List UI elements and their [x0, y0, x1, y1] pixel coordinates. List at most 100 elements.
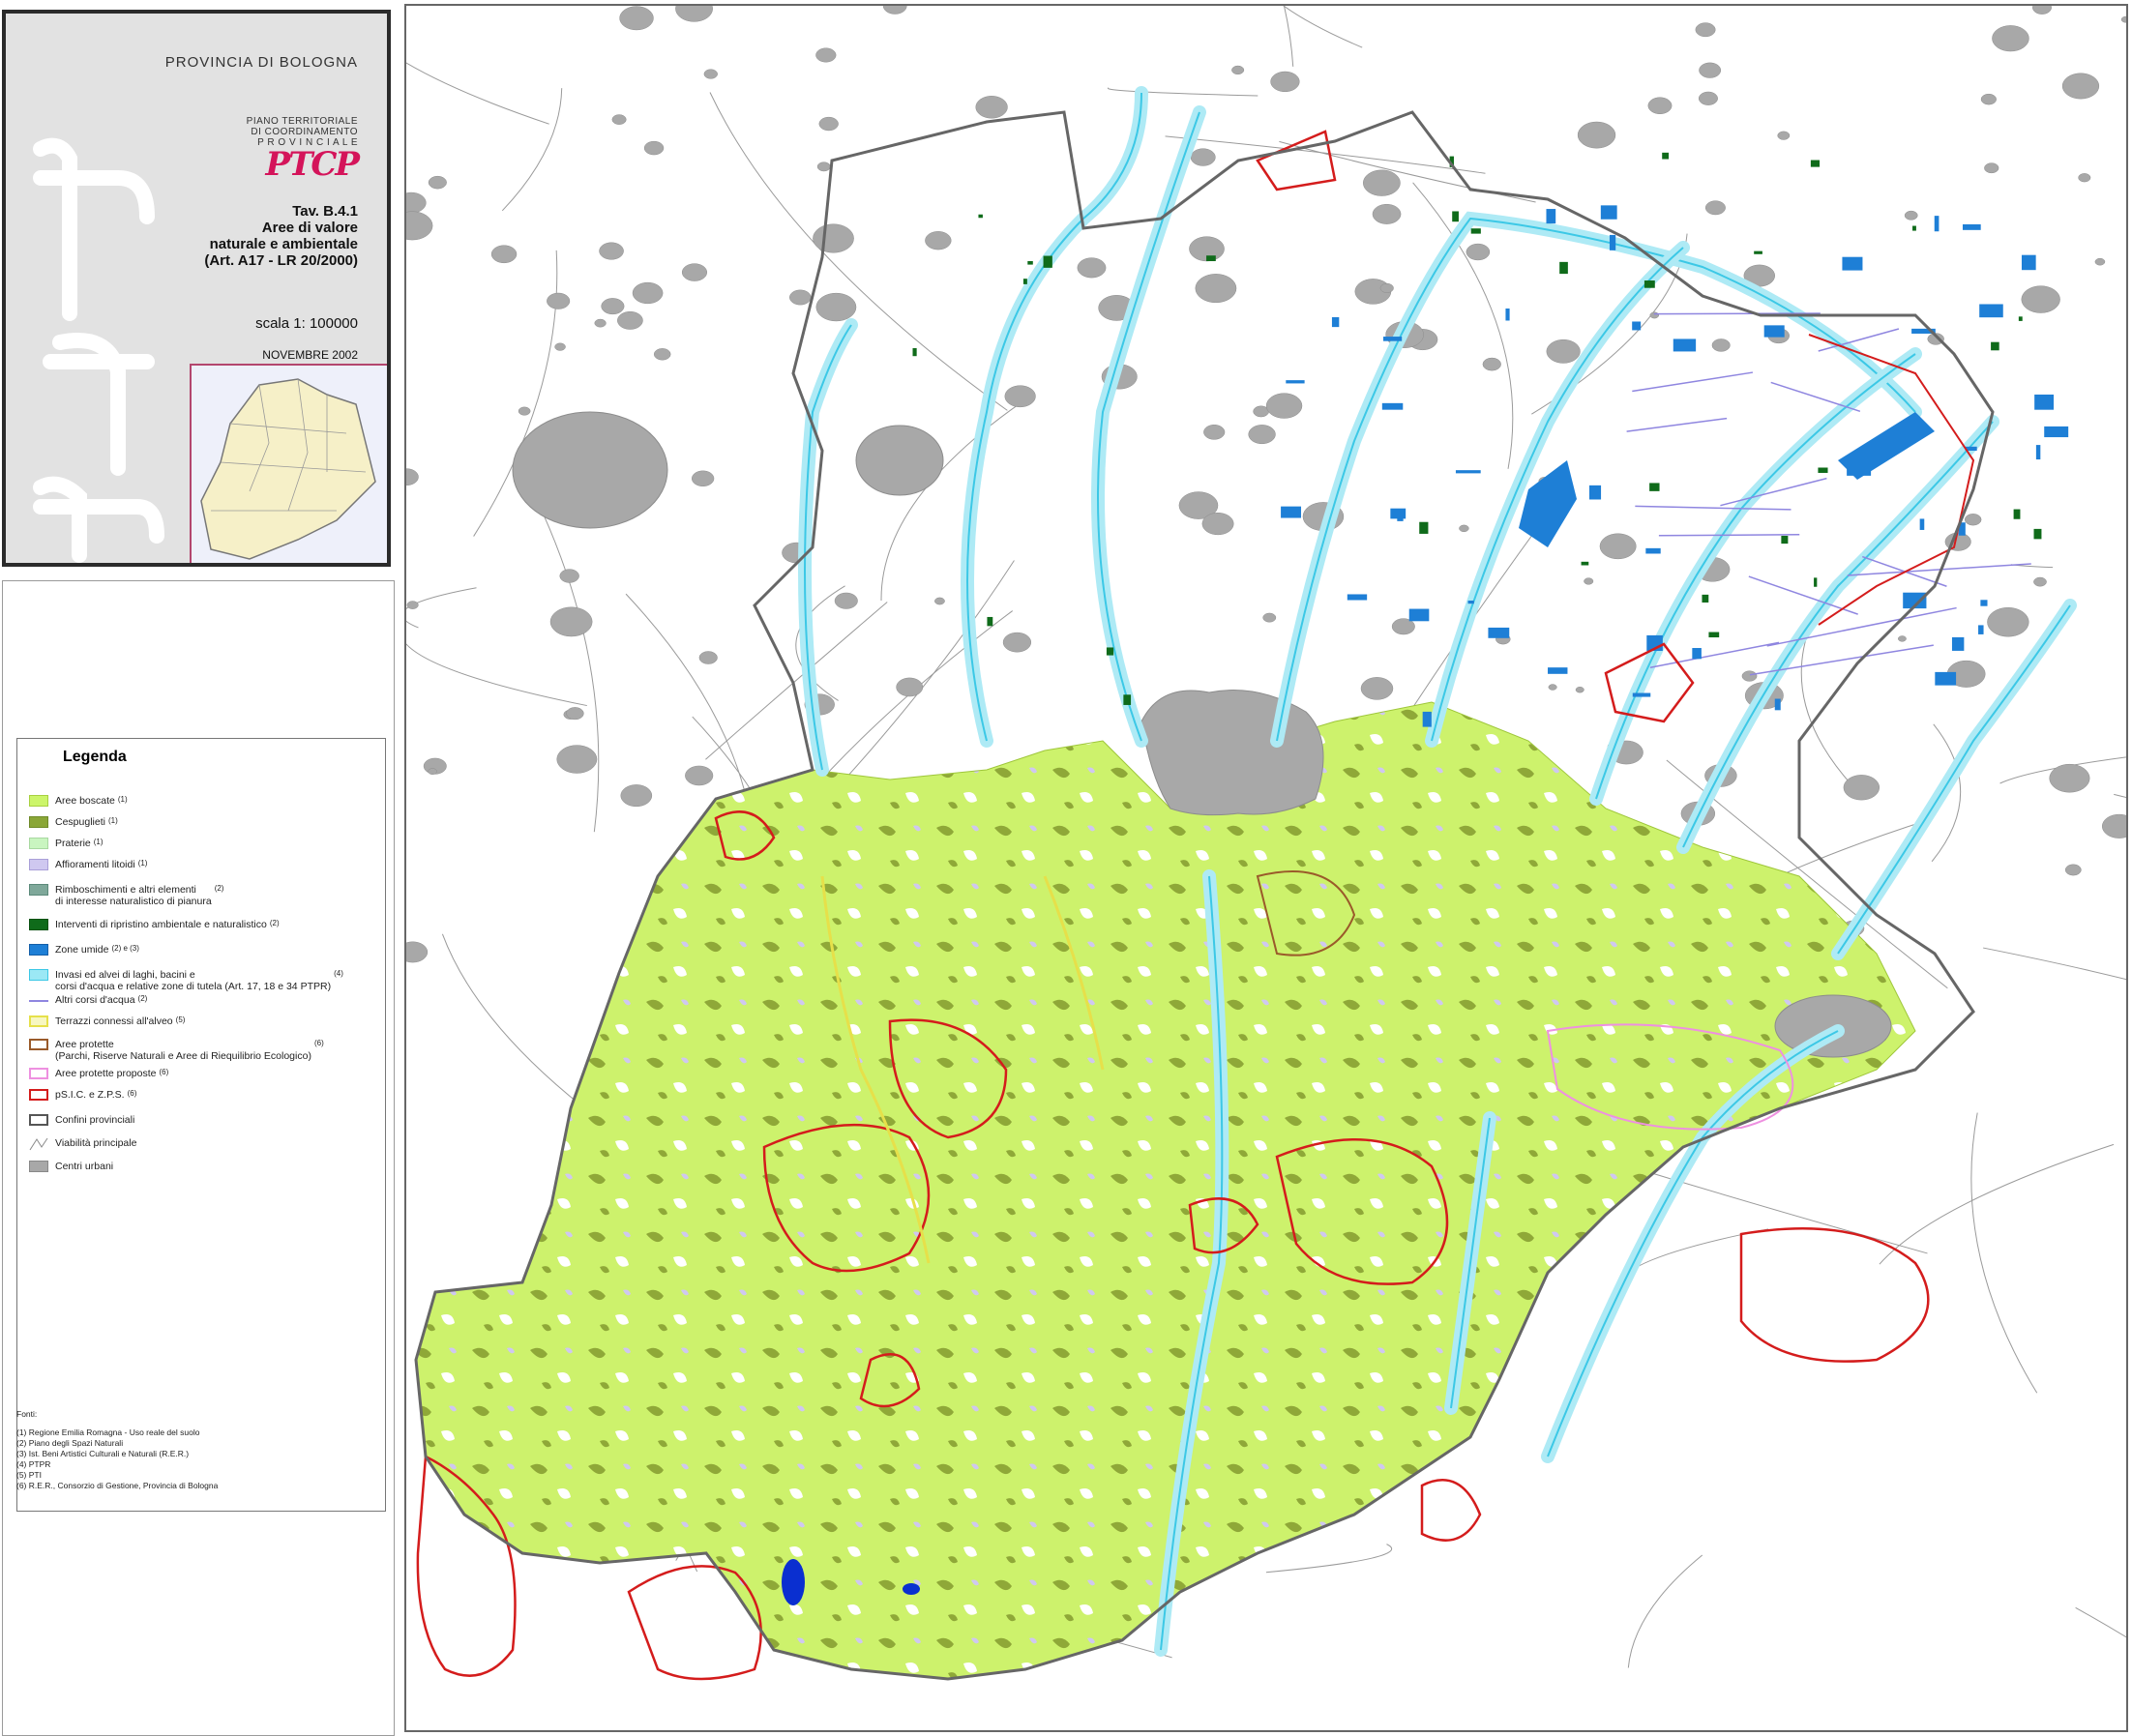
- wetland: [1488, 627, 1510, 638]
- plan-line: PIANO TERRITORIALE: [246, 116, 358, 127]
- legend-label: Altri corsi d'acqua: [55, 994, 135, 1006]
- urban-centre: [1262, 612, 1277, 623]
- restoration-site: [1043, 255, 1052, 268]
- source-line: (2) Piano degli Spazi Naturali: [16, 1438, 124, 1448]
- urban-centre: [406, 191, 427, 214]
- river-protection-zone: [1589, 347, 1922, 806]
- urban-centre: [406, 601, 419, 609]
- urban-centre: [518, 406, 531, 416]
- wetland: [1934, 216, 1940, 232]
- minor-watercourse: [1770, 381, 1861, 413]
- urban-centre: [816, 162, 831, 172]
- legend-item: Terrazzi connessi all'alveo (5): [29, 1015, 185, 1027]
- restoration-site: [1649, 483, 1660, 491]
- wetland: [1951, 636, 1965, 651]
- forest-area: [415, 701, 1916, 1680]
- province-name: PROVINCIA DI BOLOGNA: [164, 54, 358, 71]
- legend-item: pS.I.C. e Z.P.S. (6): [29, 1089, 136, 1101]
- minor-watercourse: [1766, 606, 1957, 647]
- urban-centre: [632, 281, 664, 305]
- wetland: [1692, 648, 1702, 660]
- sheet-title-line: naturale e ambientale: [209, 236, 358, 252]
- legend-title: Legenda: [63, 749, 127, 765]
- legend-label: Centri urbani: [55, 1161, 114, 1172]
- urban-centre: [1372, 203, 1402, 224]
- wetland: [1546, 209, 1556, 224]
- restoration-site: [1810, 160, 1821, 167]
- inset-locator-map: [190, 364, 387, 563]
- restoration-site: [1702, 594, 1709, 603]
- wetland: [1838, 412, 1935, 480]
- urban-centre: [681, 263, 708, 281]
- urban-centre: [2049, 763, 2090, 793]
- urban-centre: [1980, 93, 1997, 105]
- urban-centre: [1362, 169, 1401, 196]
- main-map[interactable]: [404, 4, 2128, 1732]
- road-line: [1970, 1112, 2038, 1394]
- sheet-number: Tav. B.4.1: [292, 203, 358, 220]
- wetland: [1281, 506, 1302, 518]
- legend-swatch: [29, 1137, 48, 1151]
- wetland: [1632, 692, 1651, 697]
- legend-note: (4): [334, 969, 343, 978]
- urban-centre: [653, 348, 671, 361]
- map-features: [406, 6, 2126, 1681]
- legend-item: Rimboschimenti e altri elementi di inter…: [29, 884, 223, 907]
- wetland: [2021, 254, 2036, 271]
- legend-swatch: [29, 1161, 48, 1172]
- restoration-site: [1643, 280, 1655, 288]
- urban-centre: [1482, 357, 1501, 371]
- urban-centre: [692, 470, 715, 487]
- restoration-site: [2033, 528, 2042, 540]
- wetland: [1422, 711, 1432, 727]
- urban-centre: [611, 114, 627, 125]
- urban-centre: [1575, 686, 1584, 693]
- legend-swatch: [29, 969, 48, 981]
- road-line: [1879, 1143, 2115, 1265]
- sources-title: Fonti:: [16, 1409, 38, 1419]
- legend-note: (6): [313, 1039, 324, 1047]
- legend-panel: Legenda Aree boscate (1) Cespuglieti (1) Pra…: [2, 580, 395, 1736]
- urban-centre: [1711, 338, 1731, 352]
- urban-centre: [1140, 690, 1324, 816]
- restoration-site: [1027, 260, 1033, 265]
- restoration-site: [1581, 561, 1589, 566]
- wetland: [1390, 508, 1407, 519]
- urban-centre: [1699, 62, 1722, 78]
- urban-centre: [815, 292, 857, 322]
- urban-centre: [1777, 131, 1791, 140]
- urban-centre: [1379, 282, 1394, 293]
- urban-centre: [1898, 635, 1907, 642]
- restoration-site: [1022, 279, 1027, 284]
- legend-item: Aree protette proposte (6): [29, 1068, 168, 1079]
- wetland: [1589, 485, 1602, 500]
- urban-centre: [2033, 576, 2047, 587]
- sic-zps-boundary: [1739, 1227, 1930, 1363]
- urban-centre: [1647, 97, 1673, 115]
- restoration-site: [2013, 509, 2021, 519]
- urban-centre: [559, 569, 579, 583]
- urban-centre: [675, 6, 713, 22]
- minor-watercourse: [1632, 371, 1754, 393]
- restoration-site: [978, 214, 983, 219]
- urban-centre: [620, 784, 653, 808]
- restoration-site: [1419, 521, 1429, 534]
- urban-centre: [406, 468, 419, 486]
- urban-centre: [925, 231, 952, 250]
- wetland: [1763, 325, 1785, 338]
- urban-centre: [619, 6, 654, 31]
- map-canvas[interactable]: [406, 6, 2128, 1732]
- wetland: [1455, 470, 1481, 474]
- urban-centre: [406, 211, 433, 241]
- urban-centre: [834, 592, 858, 609]
- urban-centre: [2061, 73, 2100, 100]
- restoration-site: [2018, 316, 2023, 321]
- urban-centre: [1992, 25, 2029, 52]
- legend-label: Confini provinciali: [55, 1114, 135, 1126]
- ptcp-logo: PTCP: [265, 145, 361, 184]
- legend-label: Cespuglieti: [55, 816, 105, 828]
- urban-centre: [2078, 173, 2091, 183]
- sic-zps-boundary: [1256, 130, 1337, 191]
- urban-centre: [855, 425, 944, 496]
- wetland: [1347, 594, 1368, 601]
